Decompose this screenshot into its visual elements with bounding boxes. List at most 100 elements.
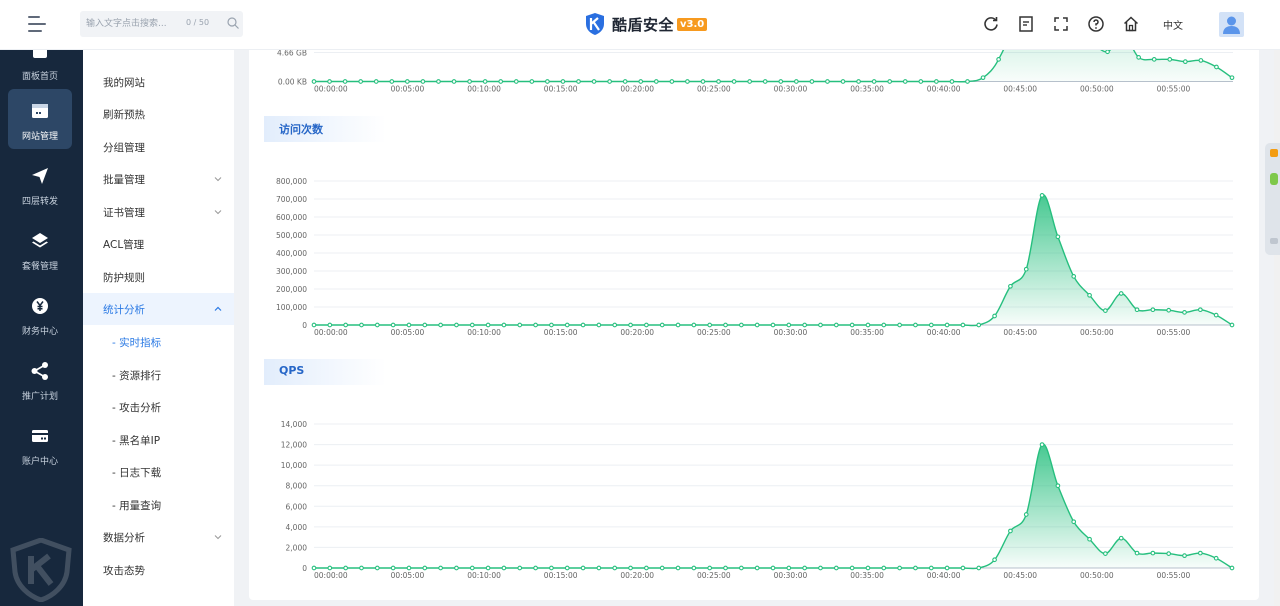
data-point	[653, 79, 659, 84]
data-point	[390, 322, 396, 328]
data-point	[1055, 234, 1061, 240]
data-point	[992, 313, 997, 319]
data-point	[913, 322, 918, 328]
submenu-resource-ranking[interactable]: - 资源排行	[83, 359, 234, 391]
data-point	[865, 322, 871, 328]
data-point	[918, 79, 924, 84]
search-input[interactable]	[86, 15, 186, 33]
data-point	[469, 322, 475, 328]
submenu-group-mgmt[interactable]: 分组管理	[83, 131, 234, 163]
language-switch[interactable]: 中文	[1163, 17, 1183, 32]
avatar[interactable]	[1219, 12, 1244, 37]
rail-item-account[interactable]: 账户中心	[8, 414, 72, 474]
section-title-text: QPS	[279, 364, 305, 377]
notes-icon[interactable]	[1017, 15, 1035, 33]
x-tick-label: 00:15:00	[544, 85, 578, 94]
rail-item-website[interactable]: 网站管理	[8, 89, 72, 149]
x-tick-label: 00:55:00	[1157, 328, 1191, 337]
y-tick-label: 800,000	[276, 177, 307, 186]
x-tick-label: 00:50:00	[1080, 85, 1114, 94]
submenu-refresh-preheat[interactable]: 刷新预热	[83, 98, 234, 130]
data-point	[754, 565, 760, 571]
qps-chart: 0 2,000 4,000 6,000 8,000 10,000 12,000 14,000 0…	[281, 420, 1235, 580]
data-point	[691, 322, 697, 328]
website-icon	[32, 104, 48, 118]
data-point	[533, 322, 538, 328]
submenu-label: 数据分析	[103, 532, 145, 544]
rail-item-promotion[interactable]: 推广计划	[8, 349, 72, 409]
submenu-realtime-metrics[interactable]: - 实时指标	[83, 326, 234, 358]
rail-item-finance[interactable]: 财务中心	[8, 284, 72, 344]
y-tick-label: 100,000	[276, 303, 307, 312]
data-point	[980, 75, 986, 81]
submenu-blacklist-ip[interactable]: - 黑名单IP	[83, 424, 234, 456]
data-point	[809, 79, 815, 84]
menu-toggle-icon[interactable]	[28, 16, 46, 32]
data-point	[622, 79, 628, 84]
brand-logo-icon	[586, 13, 604, 35]
x-tick-label: 00:20:00	[620, 328, 654, 337]
data-point	[754, 322, 760, 328]
x-tick-label: 00:10:00	[467, 328, 501, 337]
data-point	[1105, 50, 1110, 55]
data-point	[934, 79, 939, 84]
data-point	[517, 565, 523, 571]
fullscreen-icon[interactable]	[1052, 15, 1070, 33]
data-point	[327, 565, 333, 571]
rail-item-label: 推广计划	[21, 392, 58, 402]
y-tick-label: 300,000	[276, 267, 307, 276]
submenu-statistics[interactable]: 统计分析	[83, 293, 234, 325]
submenu-data-analysis[interactable]: 数据分析	[83, 521, 234, 553]
data-point	[327, 322, 333, 328]
data-point	[833, 565, 839, 571]
data-point	[793, 79, 799, 84]
page-scrollbar[interactable]	[1274, 50, 1280, 606]
x-tick-label: 00:05:00	[391, 571, 425, 580]
data-point	[1023, 266, 1029, 272]
submenu-batch-mgmt[interactable]: 批量管理	[83, 163, 234, 195]
data-point	[1087, 536, 1092, 542]
data-point	[482, 79, 488, 84]
data-point	[976, 565, 982, 571]
data-point	[580, 322, 586, 328]
data-point	[342, 79, 348, 84]
rail-item-label: 网站管理	[21, 132, 58, 142]
rail-item-packages[interactable]: 套餐管理	[8, 219, 72, 279]
x-tick-label: 00:30:00	[774, 571, 808, 580]
data-point	[564, 565, 570, 571]
data-point	[976, 322, 982, 328]
sub-menu: 我的网站 刷新预热 分组管理 批量管理 证书管理 ACL管理 防护规则 统计分析…	[83, 50, 234, 606]
y-tick-label: 0	[302, 321, 307, 330]
floating-widget[interactable]	[1265, 143, 1280, 255]
x-tick-label: 00:00:00	[314, 328, 348, 337]
data-point	[1198, 58, 1204, 63]
submenu-attack-situation[interactable]: 攻击态势	[83, 554, 234, 586]
x-tick-label: 00:35:00	[850, 328, 884, 337]
submenu-cert-mgmt[interactable]: 证书管理	[83, 196, 234, 228]
help-icon[interactable]	[1087, 15, 1105, 33]
rail-item-l4-forward[interactable]: 四层转发	[8, 154, 72, 214]
submenu-label: - 用量查询	[112, 500, 162, 512]
visits-chart: 0 100,000 200,000 300,000 400,000 500,000 600,…	[276, 177, 1235, 337]
data-point	[607, 79, 612, 84]
rail-item-label: 面板首页	[21, 72, 58, 82]
y-tick-label: 12,000	[281, 441, 307, 450]
submenu-protection-rules[interactable]: 防护规则	[83, 261, 234, 293]
submenu-acl-mgmt[interactable]: ACL管理	[83, 228, 234, 260]
data-point	[691, 565, 697, 571]
submenu-usage-query[interactable]: - 用量查询	[83, 489, 234, 521]
submenu-label: 分组管理	[103, 142, 145, 154]
data-point	[454, 565, 459, 571]
data-point	[1229, 322, 1235, 328]
submenu-my-sites[interactable]: 我的网站	[83, 66, 234, 98]
home-icon[interactable]	[1122, 15, 1140, 33]
data-point	[560, 79, 566, 84]
submenu-log-download[interactable]: - 日志下载	[83, 456, 234, 488]
search-icon[interactable]	[227, 17, 239, 29]
data-point	[738, 322, 744, 328]
y-tick-label: 0	[302, 564, 307, 573]
submenu-attack-analysis[interactable]: - 攻击分析	[83, 391, 234, 423]
refresh-icon[interactable]	[982, 15, 1000, 33]
data-point	[485, 565, 491, 571]
data-point	[944, 322, 950, 328]
